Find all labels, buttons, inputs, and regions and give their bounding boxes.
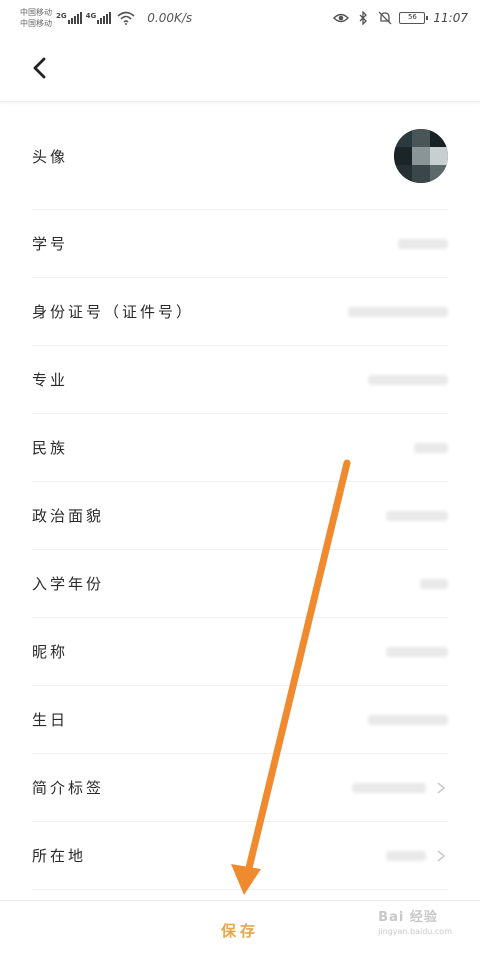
row-major[interactable]: 专业 xyxy=(32,346,448,414)
watermark-top: Bai 经验 xyxy=(378,910,438,925)
nav-bar xyxy=(0,36,480,102)
row-id-number[interactable]: 身份证号（证件号） xyxy=(32,278,448,346)
row-label: 生日 xyxy=(32,711,69,729)
row-label: 头像 xyxy=(32,147,69,166)
signal-4g-icon: 4G xyxy=(86,12,112,24)
status-right: 56 11:07 xyxy=(333,11,468,25)
avatar[interactable] xyxy=(394,129,448,183)
row-birthday[interactable]: 生日 xyxy=(32,686,448,754)
signal-2g-icon: 2G xyxy=(56,12,82,24)
network-speed: 0.00K/s xyxy=(147,11,193,25)
redacted-value xyxy=(386,850,426,861)
battery-icon: 56 xyxy=(399,12,429,24)
row-label: 政治面貌 xyxy=(32,507,105,525)
row-student-id[interactable]: 学号 xyxy=(32,210,448,278)
chevron-left-icon xyxy=(33,57,46,79)
row-bio-tags[interactable]: 简介标签 xyxy=(32,754,448,822)
row-label: 专业 xyxy=(32,371,69,389)
baidu-jingyan-watermark: Bai 经验 jingyan.baidu.com xyxy=(378,906,452,936)
row-label: 所在地 xyxy=(32,847,87,865)
chevron-right-icon xyxy=(437,781,446,794)
row-label: 学号 xyxy=(32,235,69,253)
redacted-value xyxy=(352,782,426,793)
eye-icon xyxy=(333,13,350,23)
redacted-value xyxy=(386,510,448,521)
carrier-labels: 中国移动 中国移动 xyxy=(20,7,52,29)
bluetooth-icon xyxy=(359,11,368,25)
save-button[interactable]: 保存 xyxy=(221,920,259,941)
network-1-label: 2G xyxy=(56,12,67,20)
row-ethnicity[interactable]: 民族 xyxy=(32,414,448,482)
row-label: 简介标签 xyxy=(32,779,105,797)
watermark-bottom: jingyan.baidu.com xyxy=(378,927,452,936)
row-avatar[interactable]: 头像 xyxy=(32,103,448,210)
row-political-status[interactable]: 政治面貌 xyxy=(32,482,448,550)
redacted-value xyxy=(368,374,448,385)
status-bar: 中国移动 中国移动 2G 4G 0.00K/s 56 11:07 xyxy=(0,0,480,36)
clock: 11:07 xyxy=(433,11,468,25)
redacted-value xyxy=(386,646,448,657)
carrier-1: 中国移动 xyxy=(20,8,52,17)
redacted-value xyxy=(398,238,448,249)
back-button[interactable] xyxy=(22,50,58,86)
redacted-value xyxy=(420,578,448,589)
redacted-value xyxy=(348,306,448,317)
row-label: 民族 xyxy=(32,439,69,457)
redacted-value xyxy=(414,442,448,453)
carrier-2: 中国移动 xyxy=(20,19,52,28)
row-enrollment-year[interactable]: 入学年份 xyxy=(32,550,448,618)
row-label: 身份证号（证件号） xyxy=(32,303,195,321)
wifi-icon xyxy=(117,11,135,25)
redacted-value xyxy=(368,714,448,725)
row-location[interactable]: 所在地 xyxy=(32,822,448,890)
battery-level: 56 xyxy=(407,13,417,21)
profile-form: 头像 学号 身份证号（证件号） 专业 民族 政治面貌 入学年份 昵称 生日 简介… xyxy=(0,103,480,890)
network-2-label: 4G xyxy=(85,12,97,20)
mute-bell-icon xyxy=(378,11,392,25)
row-label: 昵称 xyxy=(32,643,69,661)
row-nickname[interactable]: 昵称 xyxy=(32,618,448,686)
row-label: 入学年份 xyxy=(32,575,105,593)
chevron-right-icon xyxy=(437,849,446,862)
